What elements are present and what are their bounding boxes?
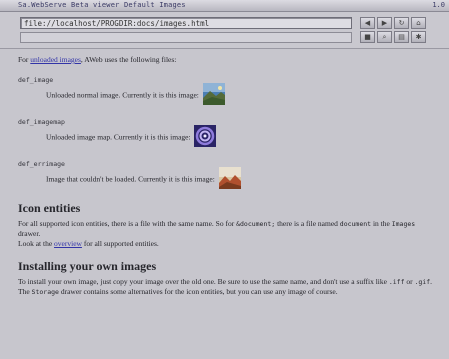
stop-button[interactable]: ■: [360, 31, 375, 43]
code-span: .iff: [388, 278, 405, 286]
swirl-image-icon: [194, 125, 217, 147]
overview-paragraph: Look at the overview for all supported e…: [18, 239, 435, 249]
file-name: def_image: [18, 76, 54, 84]
install-paragraph: To install your own image, just copy you…: [18, 277, 435, 287]
url-input[interactable]: file://localhost/PROGDIR:docs/images.htm…: [20, 17, 352, 29]
text-span: To install your own image, just copy you…: [18, 277, 389, 286]
settings-button[interactable]: ✱: [411, 31, 426, 43]
text-span: drawer.: [18, 229, 41, 238]
code-span: &document;: [236, 220, 276, 228]
code-span: .gif: [414, 278, 431, 286]
text-span: drawer contains some alternatives for th…: [58, 287, 338, 296]
code-span: document: [339, 220, 372, 228]
icon-entities-paragraph: For all supported icon entities, there i…: [18, 219, 435, 239]
reload-button[interactable]: ↻: [394, 17, 409, 29]
text-span: for all supported entities.: [81, 239, 159, 248]
home-button[interactable]: ⌂: [411, 17, 426, 29]
text-span: or: [404, 277, 415, 286]
overview-link[interactable]: overview: [54, 239, 82, 248]
arrow-right-icon: ▶: [381, 19, 388, 27]
print-button[interactable]: ▤: [394, 31, 409, 43]
back-button[interactable]: ◀: [360, 17, 375, 29]
window-titlebar[interactable]: Sa.WebServe Beta viewer Default Images 1…: [0, 0, 449, 12]
intro-suffix: , AWeb uses the following files:: [80, 55, 177, 64]
forward-button[interactable]: ▶: [377, 17, 392, 29]
gear-icon: ✱: [415, 33, 422, 41]
file-description: Image that couldn't be loaded. Currently…: [18, 167, 435, 191]
text-span: The: [18, 287, 32, 296]
intro-paragraph: For unloaded images, AWeb uses the follo…: [18, 55, 435, 65]
file-desc-text: Unloaded image map. Currently it is this…: [46, 132, 191, 142]
landscape-image-icon: [202, 83, 225, 105]
installing-heading: Installing your own images: [18, 259, 157, 273]
browser-toolbar: file://localhost/PROGDIR:docs/images.htm…: [0, 12, 449, 49]
arrow-left-icon: ◀: [364, 19, 371, 27]
status-field: [20, 32, 352, 43]
file-desc-text: Image that couldn't be loaded. Currently…: [46, 174, 215, 184]
print-icon: ▤: [398, 33, 405, 41]
text-span: Look at the: [18, 239, 55, 248]
broken-image-icon: [218, 167, 241, 189]
home-icon: ⌂: [416, 19, 421, 27]
code-span: Storage: [31, 288, 59, 296]
icon-entities-heading: Icon entities: [18, 201, 81, 215]
search-icon: ⌕: [382, 33, 387, 41]
search-button[interactable]: ⌕: [377, 31, 392, 43]
text-span: there is a file named: [275, 219, 340, 228]
window-title-right: 1.0: [432, 1, 445, 9]
text-span: in the: [371, 219, 392, 228]
unloaded-images-link[interactable]: unloaded images: [30, 55, 81, 64]
text-span: .: [430, 277, 433, 286]
file-name: def_imagemap: [18, 118, 65, 126]
code-span: Images: [391, 220, 416, 228]
stop-icon: ■: [364, 33, 371, 41]
intro-prefix: For: [18, 55, 31, 64]
text-span: For all supported icon entities, there i…: [18, 219, 237, 228]
storage-paragraph: The Storage drawer contains some alterna…: [18, 287, 435, 297]
page-content: For unloaded images, AWeb uses the follo…: [0, 49, 449, 359]
reload-icon: ↻: [398, 19, 405, 27]
file-description: Unloaded image map. Currently it is this…: [18, 125, 435, 149]
file-desc-text: Unloaded normal image. Currently it is t…: [46, 90, 199, 100]
file-description: Unloaded normal image. Currently it is t…: [18, 83, 435, 107]
window-title: Sa.WebServe Beta viewer Default Images: [18, 1, 186, 9]
